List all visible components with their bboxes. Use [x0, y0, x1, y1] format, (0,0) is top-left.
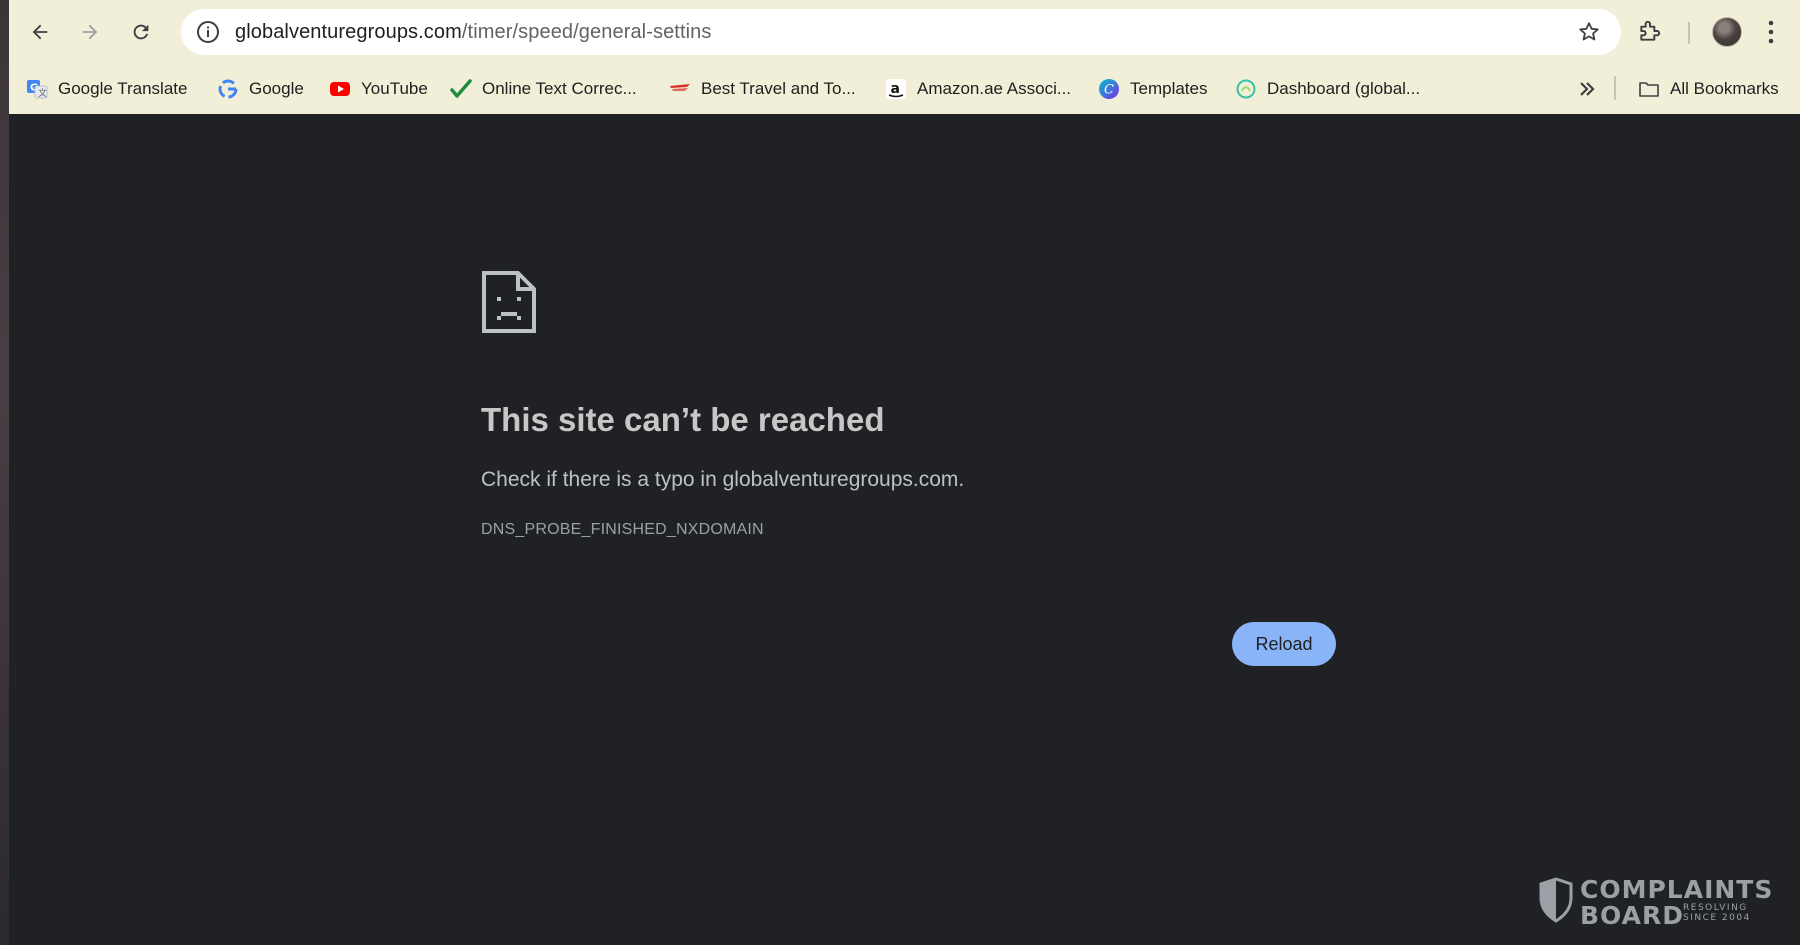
error-code: DNS_PROBE_FINISHED_NXDOMAIN — [481, 521, 764, 538]
all-bookmarks-button[interactable]: All Bookmarks — [1638, 73, 1779, 105]
url-text[interactable]: globalventuregroups.com/timer/speed/gene… — [235, 21, 711, 44]
amazon-icon: a — [885, 78, 907, 100]
arrow-right-icon — [82, 24, 98, 40]
bookmark-youtube[interactable]: YouTube — [329, 73, 428, 105]
puzzle-icon[interactable] — [1637, 18, 1663, 44]
bookmark-label: Google Translate — [58, 79, 188, 98]
bookmarks-bar: G文 Google Translate Google YouTube Onlin… — [9, 64, 1800, 114]
youtube-icon — [329, 78, 351, 100]
window-edge — [0, 0, 9, 945]
watermark-tagline: RESOLVING SINCE 2004 — [1683, 903, 1751, 923]
google-icon — [217, 78, 239, 100]
bookmark-label: YouTube — [361, 79, 428, 98]
bookmark-label: Online Text Correc... — [482, 79, 637, 98]
browser-toolbar: globalventuregroups.com/timer/speed/gene… — [9, 0, 1800, 64]
error-title: This site can’t be reached — [481, 401, 885, 438]
shield-icon — [1539, 877, 1573, 923]
svg-text:a: a — [891, 81, 900, 97]
flag-icon — [669, 78, 691, 100]
bookmark-label: Dashboard (global... — [1267, 79, 1421, 98]
bookmark-best-travel[interactable]: Best Travel and To... — [669, 73, 856, 105]
watermark-line1: COMPLAINTS — [1580, 875, 1774, 904]
folder-icon — [1638, 78, 1660, 100]
avatar[interactable] — [1712, 17, 1742, 47]
sad-page-icon — [482, 271, 536, 333]
bookmarks-divider — [1614, 76, 1616, 100]
back-button[interactable] — [22, 14, 58, 50]
refresh-icon — [133, 24, 149, 40]
bookmark-dashboard[interactable]: Dashboard (global... — [1235, 73, 1420, 105]
canva-icon: C — [1098, 78, 1120, 100]
browser-chrome: globalventuregroups.com/timer/speed/gene… — [9, 0, 1800, 114]
watermark-logo: COMPLAINTS BOARD RESOLVING SINCE 2004 — [1538, 875, 1772, 930]
address-bar[interactable]: globalventuregroups.com/timer/speed/gene… — [181, 9, 1621, 55]
arrow-left-icon — [32, 24, 48, 40]
double-chevron-icon[interactable] — [1575, 77, 1599, 101]
bookmark-google-translate[interactable]: G文 Google Translate — [26, 73, 187, 105]
bookmark-amazon[interactable]: a Amazon.ae Associ... — [885, 73, 1071, 105]
translate-icon: G文 — [26, 78, 48, 100]
url-host: globalventuregroups.com — [235, 21, 462, 43]
bookmark-label: Best Travel and To... — [701, 79, 856, 98]
reload-page-button[interactable] — [123, 14, 159, 50]
bookmark-templates[interactable]: C Templates — [1098, 73, 1207, 105]
svg-text:文: 文 — [38, 87, 47, 99]
toolbar-divider — [1688, 22, 1690, 44]
bookmark-online-text[interactable]: Online Text Correc... — [450, 73, 637, 105]
dashboard-icon — [1235, 78, 1257, 100]
watermark-tag1: RESOLVING — [1683, 903, 1748, 913]
info-icon[interactable] — [195, 19, 221, 45]
watermark-line2: BOARD — [1580, 901, 1684, 930]
svg-text:C: C — [1104, 83, 1114, 98]
checkmark-icon — [450, 78, 472, 100]
bookmark-label: Amazon.ae Associ... — [917, 79, 1072, 98]
reload-button[interactable]: Reload — [1232, 622, 1336, 666]
bookmark-google[interactable]: Google — [217, 73, 304, 105]
error-description: Check if there is a typo in globalventur… — [481, 468, 965, 491]
bookmark-label: Google — [249, 79, 304, 98]
vertical-dots-icon[interactable] — [1767, 19, 1775, 45]
url-path: /timer/speed/general-settins — [461, 21, 712, 43]
star-icon[interactable] — [1577, 20, 1601, 44]
forward-button[interactable] — [72, 14, 108, 50]
all-bookmarks-label: All Bookmarks — [1670, 79, 1779, 98]
error-page: This site can’t be reached Check if ther… — [9, 114, 1800, 945]
bookmark-label: Templates — [1130, 79, 1208, 98]
watermark-tag2: SINCE 2004 — [1683, 913, 1751, 923]
